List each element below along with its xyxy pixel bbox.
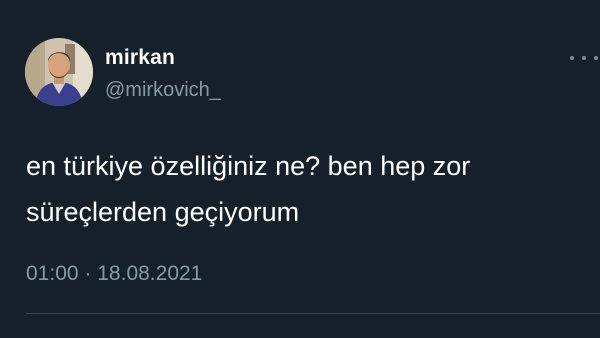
more-options-icon[interactable] [570,50,598,66]
dot [582,56,586,60]
dot [570,56,574,60]
tweet-text-line: süreçlerden geçiyorum [26,197,300,227]
display-name[interactable]: mirkan [105,46,175,70]
avatar[interactable] [25,38,93,106]
tweet-time: 01:00 [26,262,79,285]
divider [26,313,600,314]
user-handle[interactable]: @mirkovich_ [105,79,221,102]
tweet-date: 18.08.2021 [97,262,203,285]
dot [594,56,598,60]
tweet-text: en türkiye özelliğiniz ne? ben hep zor s… [26,143,586,235]
tweet-card: mirkan @mirkovich_ en türkiye özelliğini… [0,0,600,338]
tweet-text-line: en türkiye özelliğiniz ne? ben hep zor [26,151,471,181]
separator: · [84,262,92,285]
profile-photo-icon [25,38,93,106]
tweet-timestamp[interactable]: 01:00 · 18.08.2021 [26,262,202,286]
